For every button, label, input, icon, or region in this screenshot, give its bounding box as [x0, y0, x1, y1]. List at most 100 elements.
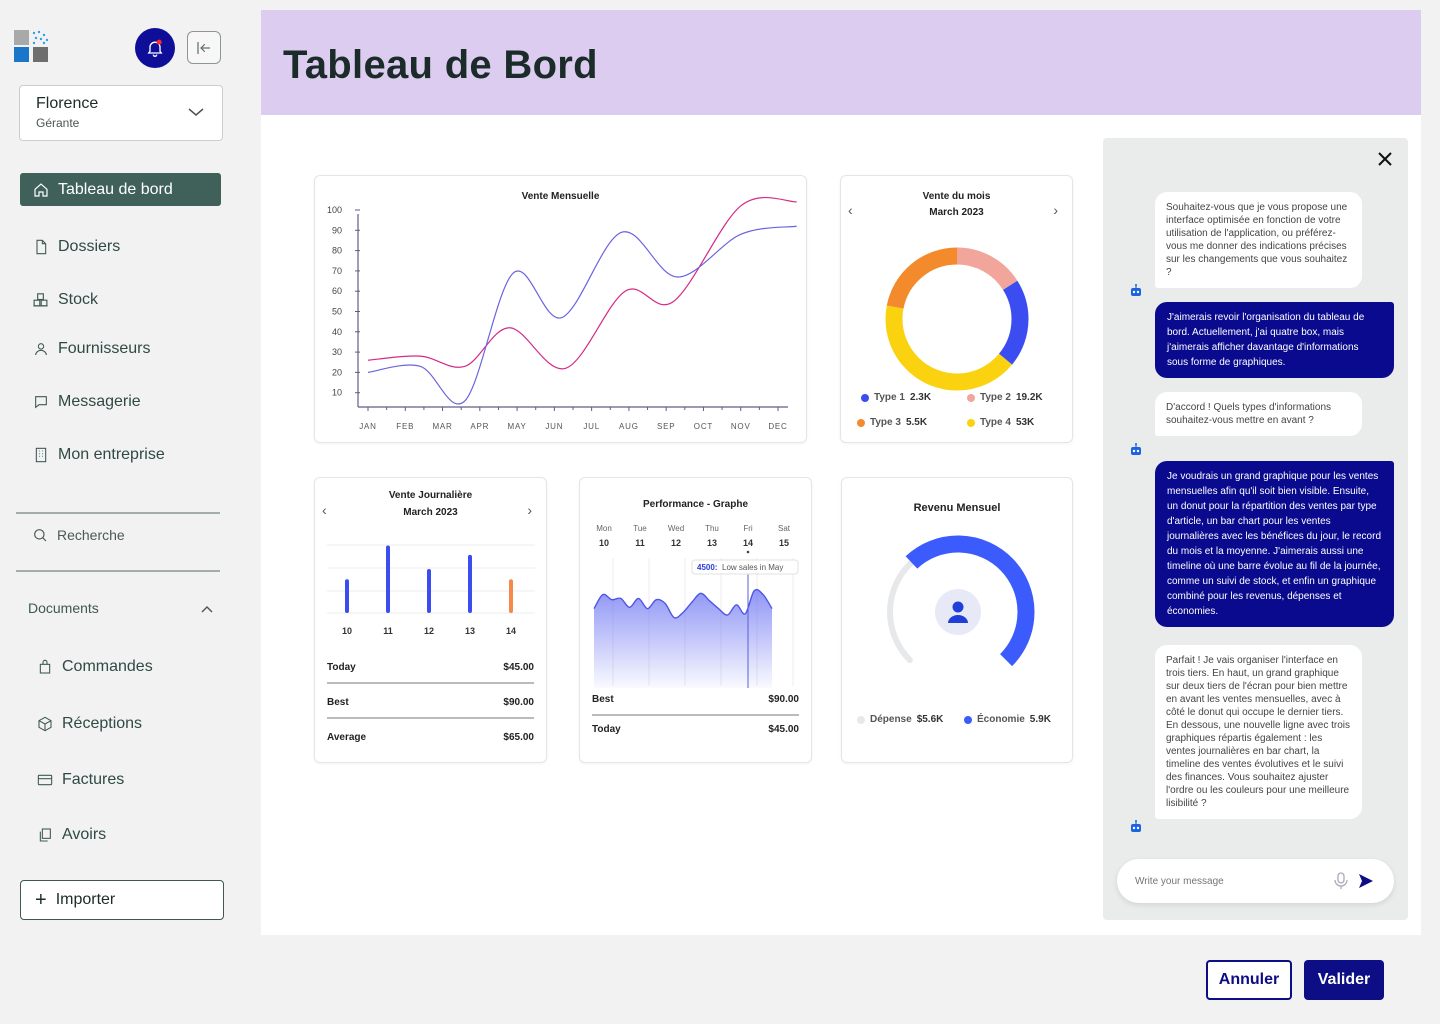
- y-tick-label: 60: [332, 286, 342, 296]
- sidebar-divider: [16, 570, 220, 572]
- day-name: Mon: [596, 524, 612, 533]
- person-icon-head: [952, 601, 964, 613]
- bar: [345, 579, 349, 613]
- nav-item-commandes[interactable]: Commandes: [20, 650, 221, 683]
- row-label: Average: [327, 732, 367, 743]
- day-number: 10: [599, 538, 609, 548]
- legend-type-4: Type 4 53K: [967, 417, 1034, 428]
- row-label: Today: [592, 724, 621, 735]
- row-value: $90.00: [503, 697, 534, 708]
- nav-item-messagerie[interactable]: Messagerie: [20, 385, 221, 418]
- x-tick-label: AUG: [619, 422, 639, 431]
- daily-sales-bar-chart: 10 11 12 13 14: [327, 544, 535, 636]
- legend-value: 5.9K: [1029, 714, 1051, 725]
- x-tick-label: APR: [470, 422, 489, 431]
- send-icon[interactable]: [1358, 872, 1376, 890]
- day-number: 13: [707, 538, 717, 548]
- documents-section-toggle[interactable]: Documents: [28, 600, 218, 616]
- sidebar-search[interactable]: Recherche: [32, 527, 125, 543]
- x-tick-label: OCT: [694, 422, 713, 431]
- prev-arrow-icon[interactable]: ‹: [322, 502, 327, 518]
- bar: [468, 554, 472, 613]
- x-tick-label: 12: [424, 626, 434, 636]
- microphone-icon[interactable]: [1334, 872, 1350, 890]
- y-tick-label: 80: [332, 246, 342, 256]
- card-subtitle: March 2023: [403, 507, 458, 518]
- import-label: Importer: [55, 891, 116, 908]
- bar: [427, 568, 431, 613]
- x-tick-label: 13: [465, 626, 475, 636]
- y-tick-label: 100: [327, 205, 342, 215]
- bot-avatar-icon: [1127, 441, 1145, 459]
- bell-icon: [147, 39, 163, 57]
- message-icon: [32, 393, 49, 410]
- confirm-button[interactable]: Valider: [1304, 960, 1384, 1000]
- chat-message-input[interactable]: [1135, 875, 1334, 887]
- x-tick-label: 14: [506, 626, 516, 636]
- close-chat-button[interactable]: [1374, 148, 1396, 170]
- user-role: Gérante: [36, 116, 80, 130]
- nav-label: Stock: [58, 290, 99, 308]
- x-tick-label: 11: [383, 626, 393, 636]
- sales-type-donut: [885, 247, 1029, 391]
- app-logo[interactable]: [14, 30, 50, 64]
- x-tick-label: JAN: [359, 422, 377, 431]
- area-fill: [594, 589, 772, 688]
- nav-item-mon-entreprise[interactable]: Mon entreprise: [20, 438, 221, 471]
- legend-dot: [967, 418, 975, 427]
- y-tick-label: 90: [332, 225, 342, 235]
- legend-dot: [857, 418, 865, 427]
- x-tick-label: JUN: [545, 422, 563, 431]
- y-tick-label: 30: [332, 347, 342, 357]
- nav-label: Dossiers: [58, 237, 121, 255]
- collapse-icon: [197, 41, 210, 54]
- cancel-button[interactable]: Annuler: [1206, 960, 1292, 1000]
- x-tick-label: JUL: [583, 422, 600, 431]
- notification-button[interactable]: [135, 28, 175, 68]
- page-title: Tableau de Bord: [283, 43, 598, 87]
- nav-item-fournisseurs[interactable]: Fournisseurs: [20, 332, 221, 365]
- day-name: Thu: [705, 524, 719, 533]
- row-label: Best: [592, 694, 614, 705]
- chat-message-bot: Souhaitez-vous que je vous propose une i…: [1155, 192, 1362, 288]
- nav-label: Mon entreprise: [58, 445, 165, 463]
- nav-item-receptions[interactable]: Réceptions: [20, 707, 221, 740]
- gauge-spent-arc: [887, 559, 915, 664]
- performance-card: Performance - Graphe Mon 10 Tue 11 Wed 12 Thu 1…: [579, 477, 812, 763]
- x-tick-label: SEP: [657, 422, 675, 431]
- day-number: 15: [779, 538, 789, 548]
- perf-row-best: Best $90.00: [592, 694, 799, 705]
- legend-value: 19.2K: [1015, 392, 1043, 403]
- chat-message-bot: D'accord ! Quels types d'informations so…: [1155, 392, 1362, 436]
- import-button[interactable]: + Importer: [20, 880, 224, 920]
- perf-row-today: Today $45.00: [592, 724, 799, 735]
- nav-item-factures[interactable]: Factures: [20, 763, 221, 796]
- plus-icon: +: [35, 889, 47, 911]
- assistant-chat-panel: Souhaitez-vous que je vous propose une i…: [1103, 138, 1408, 920]
- y-tick-label: 40: [332, 327, 342, 337]
- nav-item-stock[interactable]: Stock: [20, 283, 221, 316]
- legend-type-1: Type 1 2.3K: [861, 392, 931, 403]
- row-divider: [327, 717, 534, 719]
- chat-composer: [1117, 859, 1394, 903]
- monthly-sales-chart: 10 20 30 40 50 60 70 80 90 100 JAN FEB MAR APR MAY JUN J…: [327, 197, 797, 431]
- monthly-sales-card: Vente Mensuelle 10 20 30 40 50 60 70 80 90 100 JAN…: [314, 175, 807, 443]
- performance-area-chart: Mon 10 Tue 11 Wed 12 Thu 13 Fri 14 Sat 15 4500: Low s…: [593, 524, 799, 688]
- bag-icon: [36, 658, 53, 675]
- next-arrow-icon[interactable]: ›: [527, 502, 532, 518]
- legend-dot: [967, 393, 975, 402]
- nav-item-avoirs[interactable]: Avoirs: [20, 818, 221, 851]
- tooltip-text: Low sales in May: [722, 563, 783, 572]
- y-tick-label: 70: [332, 266, 342, 276]
- nav-item-tableau-de-bord[interactable]: Tableau de bord: [20, 173, 221, 206]
- legend-dot: [964, 715, 972, 724]
- user-selector[interactable]: Florence Gérante: [19, 85, 223, 141]
- bot-avatar-icon: [1127, 818, 1145, 836]
- nav-item-dossiers[interactable]: Dossiers: [20, 230, 221, 263]
- collapse-sidebar-button[interactable]: [187, 31, 221, 64]
- selected-day-dot: [746, 550, 750, 554]
- legend-value: 53K: [1015, 417, 1035, 428]
- y-tick-label: 10: [332, 388, 342, 398]
- close-icon: [1378, 152, 1392, 166]
- x-tick-label: 10: [342, 626, 352, 636]
